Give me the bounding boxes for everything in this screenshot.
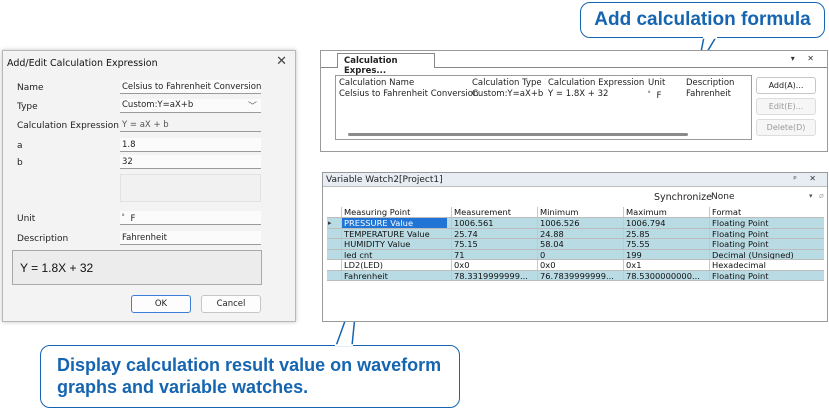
calc-row-unit: ゜F (648, 91, 662, 101)
hdr-minimum[interactable]: Minimum (537, 207, 623, 217)
cell-measuring-point[interactable]: TEMPERATURE Value (341, 228, 447, 238)
name-label: Name (17, 83, 44, 93)
cell-format[interactable]: Decimal (Unsigned) (709, 249, 824, 259)
grid-empty-area (327, 281, 824, 305)
cell-maximum[interactable]: 1006.794 (623, 218, 709, 228)
callout-bottom-line2: graphs and variable watches. (57, 377, 309, 397)
table-row[interactable]: HUMIDITY Value 75.15 58.04 75.55 Floating Po… (327, 239, 824, 250)
cell-maximum[interactable]: 199 (623, 249, 709, 259)
chevron-down-icon: ﹀ (247, 102, 257, 112)
sync-select[interactable]: None (711, 192, 734, 202)
calc-expression-panel: Calculation Expres... ▾ ✕ Calculation Na… (320, 50, 828, 152)
cell-measuring-point[interactable]: led cnt (341, 249, 447, 259)
cell-minimum[interactable]: 76.7839999999... (537, 270, 623, 280)
cell-minimum[interactable]: 0 (537, 249, 623, 259)
unit-label: Unit (17, 214, 36, 224)
cancel-button[interactable]: Cancel (201, 295, 261, 313)
grid-body: ▸ PRESSURE Value 1006.561 1006.526 1006.794 F… (327, 218, 824, 281)
callout-display-result: Display calculation result value on wave… (40, 345, 460, 408)
type-select[interactable]: Custom:Y=aX+b ﹀ (120, 99, 261, 113)
cell-maximum[interactable]: 78.5300000000... (623, 270, 709, 280)
calc-row-name: Celsius to Fahrenheit Conversion (339, 89, 479, 99)
cell-minimum[interactable]: 0x0 (537, 260, 623, 270)
cell-maximum[interactable]: 0x1 (623, 260, 709, 270)
b-label: b (17, 158, 23, 168)
type-label: Type (17, 102, 38, 112)
description-field[interactable] (120, 231, 261, 245)
table-row[interactable]: TEMPERATURE Value 25.74 24.88 25.85 Floating… (327, 228, 824, 239)
formula-preview: Y = 1.8X + 32 (12, 250, 262, 285)
expression-label: Calculation Expression (17, 121, 119, 131)
description-label: Description (17, 234, 69, 244)
cell-format[interactable]: Hexadecimal (709, 260, 824, 270)
a-field[interactable] (120, 138, 261, 152)
grid-header: Measuring Point Measurement Minimum Maxi… (327, 207, 824, 218)
cell-format[interactable]: Floating Point (709, 218, 824, 228)
dialog-title: Add/Edit Calculation Expression (7, 58, 158, 69)
col-unit: Unit (648, 78, 666, 88)
col-calc-type: Calculation Type (472, 78, 542, 88)
callout-bottom-line1: Display calculation result value on wave… (57, 355, 442, 375)
cell-minimum[interactable]: 24.88 (537, 228, 623, 238)
hdr-format[interactable]: Format (709, 207, 824, 217)
unit-field[interactable] (120, 211, 261, 225)
a-label: a (17, 141, 23, 151)
cell-maximum[interactable]: 75.55 (623, 239, 709, 249)
cell-format[interactable]: Floating Point (709, 270, 824, 280)
table-row[interactable]: LD2(LED) 0x0 0x0 0x1 Hexadecimal (327, 260, 824, 271)
chevron-down-icon[interactable]: ▾ (809, 192, 813, 200)
extra-params-area (120, 174, 261, 202)
cell-measurement[interactable]: 71 (451, 249, 537, 259)
panel-controls[interactable]: ▾ ✕ (791, 54, 819, 63)
ok-button[interactable]: OK (131, 295, 191, 313)
cell-measurement[interactable]: 78.3319999999... (451, 270, 537, 280)
pin-icon[interactable]: ⌀ (819, 191, 824, 200)
table-row[interactable]: led cnt 71 0 199 Decimal (Unsigned) (327, 249, 824, 260)
add-button[interactable]: Add(A)... (756, 77, 816, 94)
calc-expression-list[interactable]: Calculation Name Calculation Type Calcul… (335, 75, 752, 140)
calc-row-expression: Y = 1.8X + 32 (548, 89, 609, 99)
cell-measurement[interactable]: 0x0 (451, 260, 537, 270)
callout-add-formula: Add calculation formula (580, 2, 825, 38)
col-calc-expression: Calculation Expression (548, 78, 645, 88)
cell-measuring-point[interactable]: LD2(LED) (341, 260, 447, 270)
cell-measuring-point[interactable]: PRESSURE Value (341, 218, 447, 228)
cell-measuring-point[interactable]: Fahrenheit (341, 270, 447, 280)
cell-measurement[interactable]: 25.74 (451, 228, 537, 238)
watch-controls[interactable]: ᵖ ✕ (793, 174, 821, 183)
name-field[interactable] (120, 80, 261, 94)
delete-button[interactable]: Delete(D) (756, 119, 816, 136)
watch-grid[interactable]: Measuring Point Measurement Minimum Maxi… (327, 207, 824, 305)
hdr-measuring-point[interactable]: Measuring Point (341, 207, 447, 217)
cell-minimum[interactable]: 1006.526 (537, 218, 623, 228)
cell-format[interactable]: Floating Point (709, 228, 824, 238)
calc-expression-dialog: Add/Edit Calculation Expression ✕ Name T… (2, 50, 296, 322)
col-description: Description (686, 78, 735, 88)
tab-calc-expression[interactable]: Calculation Expres... (337, 53, 435, 76)
horizontal-scrollbar[interactable] (348, 133, 688, 136)
cell-measurement[interactable]: 1006.561 (451, 218, 537, 228)
calc-row-description: Fahrenheit (686, 89, 731, 99)
row-pointer-icon: ▸ (328, 219, 332, 227)
expression-field (120, 118, 261, 132)
table-row[interactable]: ▸ PRESSURE Value 1006.561 1006.526 1006.794 F… (327, 218, 824, 229)
cell-minimum[interactable]: 58.04 (537, 239, 623, 249)
variable-watch-panel: Variable Watch2[Project1] ᵖ ✕ Synchroniz… (322, 172, 828, 322)
b-field[interactable] (120, 155, 261, 169)
type-select-value: Custom:Y=aX+b (122, 100, 194, 110)
watch-title: Variable Watch2[Project1] (323, 173, 827, 187)
cell-measurement[interactable]: 75.15 (451, 239, 537, 249)
calc-row-type: Custom:Y=aX+b (472, 89, 544, 99)
table-row[interactable]: Fahrenheit 78.3319999999... 76.7839999999.… (327, 270, 824, 281)
sync-label: Synchronize (654, 192, 712, 203)
cell-maximum[interactable]: 25.85 (623, 228, 709, 238)
cell-format[interactable]: Floating Point (709, 239, 824, 249)
edit-button[interactable]: Edit(E)... (756, 98, 816, 115)
hdr-measurement[interactable]: Measurement (451, 207, 537, 217)
cell-measuring-point[interactable]: HUMIDITY Value (341, 239, 447, 249)
hdr-maximum[interactable]: Maximum (623, 207, 709, 217)
close-icon[interactable]: ✕ (276, 54, 287, 69)
col-calc-name: Calculation Name (339, 78, 415, 88)
